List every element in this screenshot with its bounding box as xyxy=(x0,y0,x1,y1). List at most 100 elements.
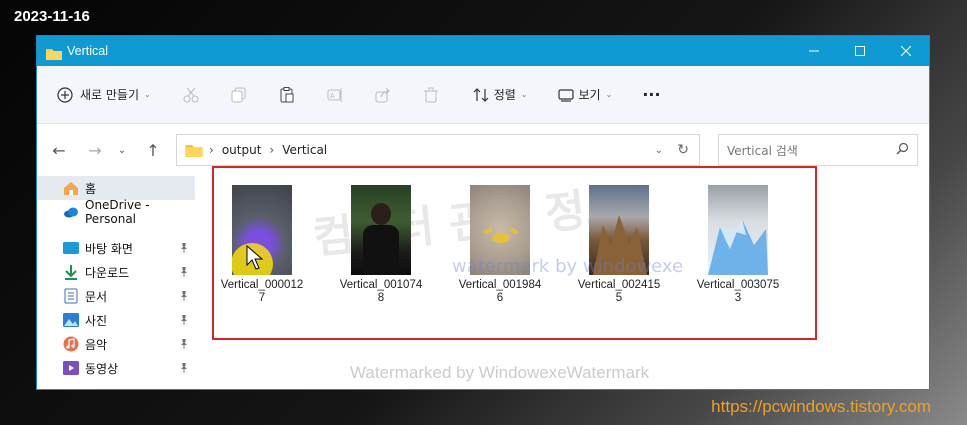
site-url: https://pcwindows.tistory.com xyxy=(711,397,931,416)
arrow-left-icon: ← xyxy=(52,140,66,160)
sidebar-item-label: 음악 xyxy=(85,337,108,352)
image-thumbnail xyxy=(351,185,411,275)
minimize-button[interactable] xyxy=(791,36,837,66)
sidebar-item-pictures[interactable]: 사진 xyxy=(37,308,195,332)
close-button[interactable] xyxy=(883,36,929,66)
more-options-button[interactable]: ··· xyxy=(642,85,660,104)
command-bar: 새로 만들기 ⌄ A 정렬 ⌄ 보기 ⌄ ··· xyxy=(37,66,929,124)
search-input[interactable]: Vertical 검색 xyxy=(727,142,798,159)
close-icon xyxy=(901,46,911,56)
minimize-icon xyxy=(809,50,819,52)
plus-circle-icon xyxy=(55,85,75,105)
address-bar[interactable]: › output › Vertical ⌄ ↻ xyxy=(176,134,700,166)
sidebar-item-label: 문서 xyxy=(85,289,108,304)
back-button[interactable]: ← xyxy=(43,134,75,166)
chevron-down-icon: ⌄ xyxy=(520,90,528,99)
image-thumbnail xyxy=(708,185,768,275)
chevron-down-icon: ⌄ xyxy=(605,90,613,99)
sidebar-item-label: 홈 xyxy=(85,181,97,196)
home-icon xyxy=(63,180,79,196)
arrow-up-icon: ↑ xyxy=(146,140,160,160)
forward-button[interactable]: → xyxy=(79,134,111,166)
chevron-down-icon: ⌄ xyxy=(144,90,151,99)
pin-icon xyxy=(179,362,189,376)
rename-icon[interactable]: A xyxy=(325,85,345,105)
navigation-pane: 홈 OneDrive - Personal 바탕 화면 다운로드 문서 사진 음… xyxy=(37,176,195,389)
address-dropdown-icon[interactable]: ⌄ xyxy=(655,145,663,156)
file-item[interactable]: Vertical_001984 6 xyxy=(450,185,550,305)
sidebar-item-downloads[interactable]: 다운로드 xyxy=(37,260,195,284)
window-title: Vertical xyxy=(67,44,108,58)
cut-icon[interactable] xyxy=(181,85,201,105)
chevron-right-icon: › xyxy=(269,143,275,157)
recent-locations-button[interactable]: ⌄ xyxy=(111,134,133,166)
pin-icon xyxy=(179,242,189,256)
sidebar-item-label: 동영상 xyxy=(85,361,119,376)
file-name: Vertical_003075 3 xyxy=(696,279,780,304)
explorer-window: Vertical 새로 만들기 ⌄ A 정렬 ⌄ 보기 ⌄ ··· ← → ⌄ … xyxy=(36,35,930,390)
sidebar-item-desktop[interactable]: 바탕 화면 xyxy=(37,236,195,260)
sidebar-item-videos[interactable]: 동영상 xyxy=(37,356,195,380)
svg-text:A: A xyxy=(330,92,335,100)
date-stamp: 2023-11-16 xyxy=(14,8,90,25)
search-icon xyxy=(896,142,909,158)
watermark-text-mid: watermark by windowexe xyxy=(452,256,684,277)
sort-button[interactable]: 정렬 ⌄ xyxy=(471,85,528,105)
maximize-button[interactable] xyxy=(837,36,883,66)
new-button[interactable]: 새로 만들기 ⌄ xyxy=(55,85,151,105)
sidebar-item-label: OneDrive - Personal xyxy=(85,198,150,226)
pin-icon xyxy=(179,290,189,304)
desktop-icon xyxy=(63,240,79,256)
view-label: 보기 xyxy=(578,88,601,102)
sidebar-item-label: 사진 xyxy=(85,313,108,328)
arrow-right-icon: → xyxy=(88,140,102,160)
file-item[interactable]: Vertical_000012 7 xyxy=(212,185,312,305)
copy-icon[interactable] xyxy=(229,85,249,105)
file-name: Vertical_001074 8 xyxy=(339,279,423,304)
sort-icon xyxy=(471,85,491,105)
file-item[interactable]: Vertical_002415 5 xyxy=(569,185,669,305)
sidebar-item-music[interactable]: 음악 xyxy=(37,332,195,356)
maximize-icon xyxy=(855,46,865,56)
chevron-down-icon: ⌄ xyxy=(117,144,127,156)
image-thumbnail xyxy=(232,185,292,275)
sidebar-item-documents[interactable]: 문서 xyxy=(37,284,195,308)
new-button-label: 새로 만들기 xyxy=(80,88,140,102)
breadcrumb-output[interactable]: output xyxy=(222,143,262,157)
sidebar-item-label: 바탕 화면 xyxy=(85,241,133,256)
documents-icon xyxy=(63,288,79,304)
sidebar-item-home[interactable]: 홈 xyxy=(37,176,195,200)
music-icon xyxy=(63,336,79,352)
view-button[interactable]: 보기 ⌄ xyxy=(556,85,613,105)
file-name: Vertical_002415 5 xyxy=(577,279,661,304)
videos-icon xyxy=(63,360,79,376)
folder-icon xyxy=(46,45,62,60)
folder-icon xyxy=(185,143,203,157)
share-icon[interactable] xyxy=(373,85,393,105)
sort-label: 정렬 xyxy=(493,88,516,102)
breadcrumb-vertical[interactable]: Vertical xyxy=(282,143,327,157)
mouse-pointer-icon xyxy=(246,245,264,270)
chevron-right-icon: › xyxy=(209,143,214,157)
file-name: Vertical_001984 6 xyxy=(458,279,542,304)
delete-icon[interactable] xyxy=(421,85,441,105)
watermark-text-bottom: Watermarked by WindowexeWatermark xyxy=(350,363,650,382)
sidebar-item-label: 다운로드 xyxy=(85,265,130,280)
pin-icon xyxy=(179,266,189,280)
file-list-area[interactable]: 컴퓨터 관련 정보 Vertical_0000127 Vertical_0010… xyxy=(212,166,929,389)
onedrive-icon xyxy=(63,204,79,220)
pin-icon xyxy=(179,314,189,328)
file-item[interactable]: Vertical_001074 8 xyxy=(331,185,431,305)
paste-icon[interactable] xyxy=(277,85,297,105)
refresh-icon[interactable]: ↻ xyxy=(677,142,689,158)
up-button[interactable]: ↑ xyxy=(137,134,169,166)
pin-icon xyxy=(179,338,189,352)
file-name: Vertical_000012 7 xyxy=(220,279,304,304)
download-icon xyxy=(63,264,79,280)
sidebar-item-onedrive[interactable]: OneDrive - Personal xyxy=(37,198,195,226)
file-item[interactable]: Vertical_003075 3 xyxy=(688,185,788,305)
view-icon xyxy=(556,85,576,105)
search-box[interactable]: Vertical 검색 xyxy=(718,134,918,166)
pictures-icon xyxy=(63,312,79,328)
title-bar[interactable]: Vertical xyxy=(37,36,929,66)
